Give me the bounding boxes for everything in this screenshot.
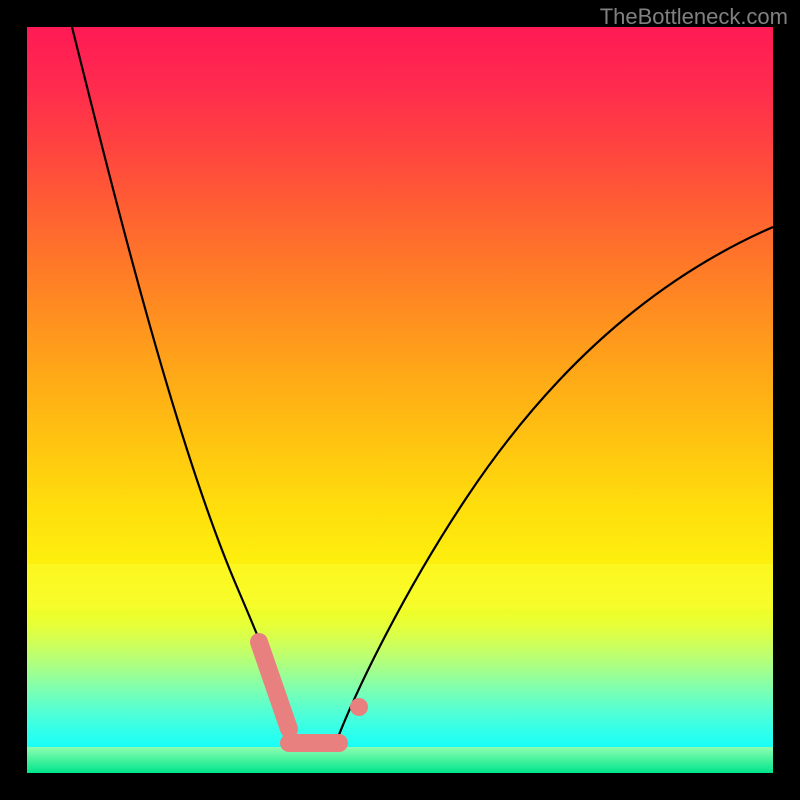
plot-area: [27, 27, 773, 773]
outer-frame: TheBottleneck.com: [0, 0, 800, 800]
watermark-text: TheBottleneck.com: [600, 4, 788, 30]
right-branch-curve: [335, 227, 773, 745]
chart-svg: [27, 27, 773, 773]
right-marker-dot: [350, 698, 368, 716]
left-marker-segment: [259, 642, 289, 729]
